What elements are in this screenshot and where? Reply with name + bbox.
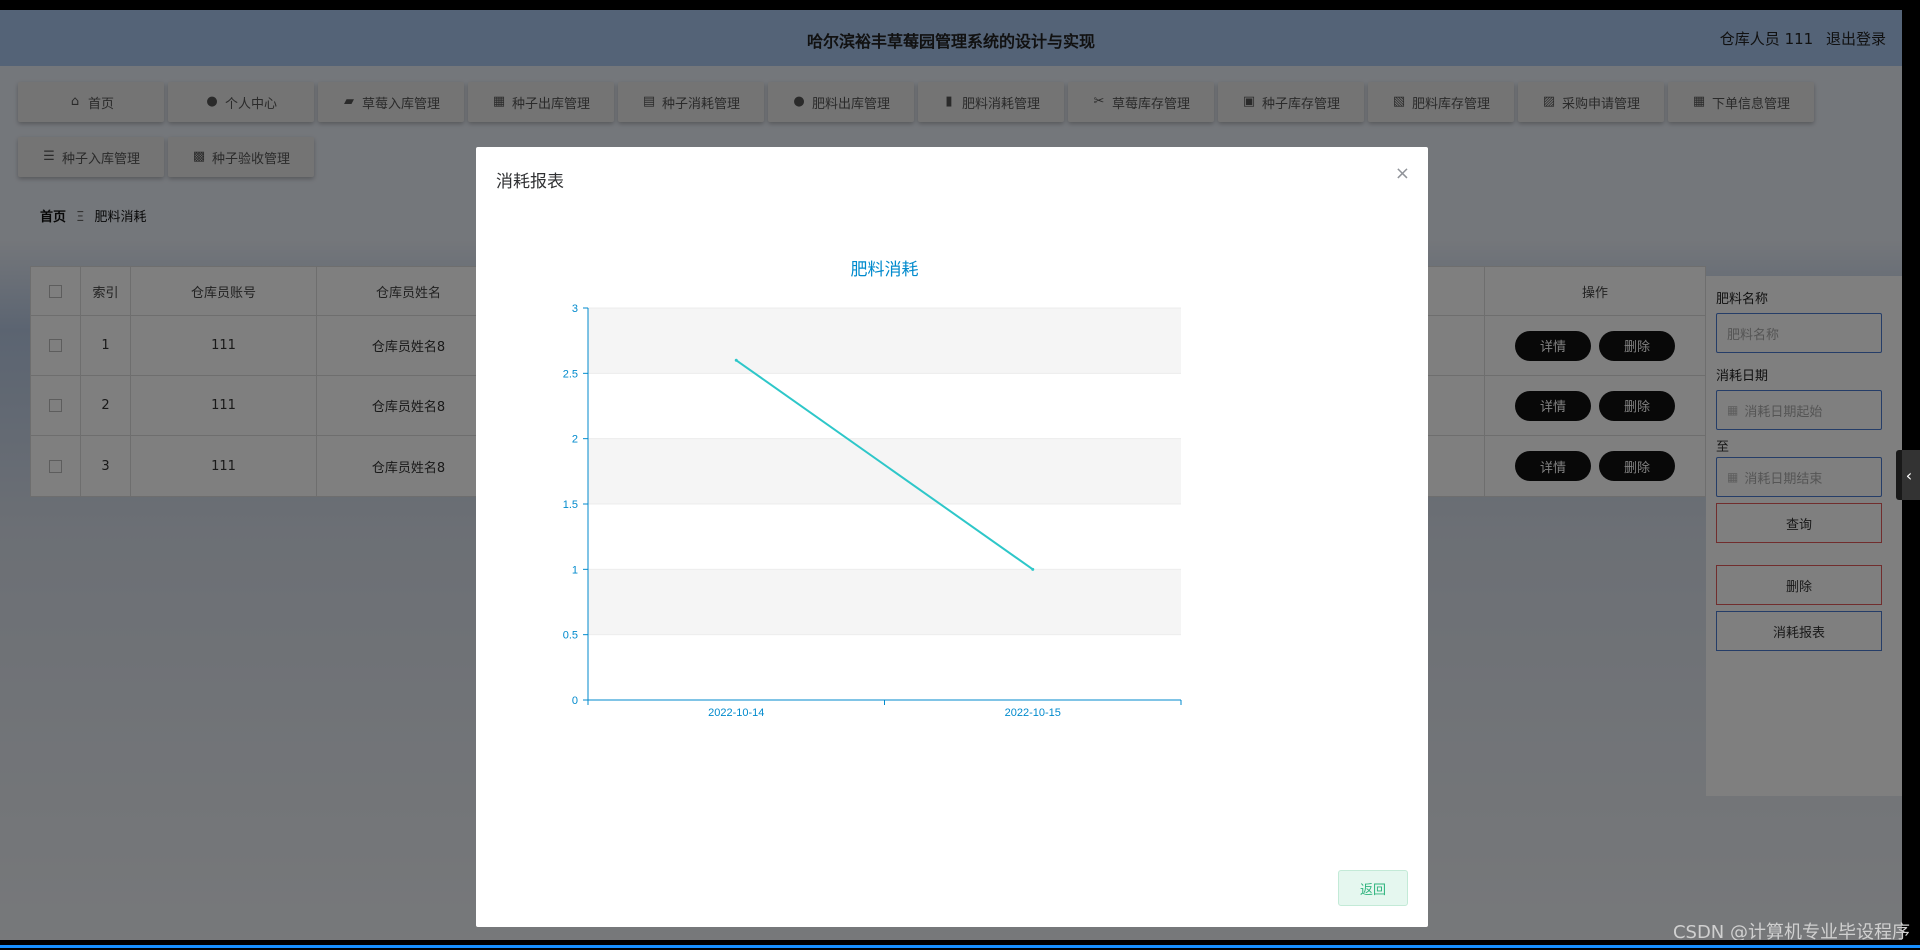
- y-tick-label: 2.5: [563, 368, 578, 380]
- y-tick-label: 3: [572, 303, 578, 315]
- grid-band: [588, 504, 1181, 570]
- data-point: [734, 358, 738, 362]
- chart-title: 肥料消耗: [851, 260, 919, 279]
- taskbar-progress: [0, 945, 1920, 948]
- grid-band: [588, 438, 1181, 504]
- x-tick-label: 2022-10-14: [708, 707, 764, 719]
- report-dialog: 消耗报表 × 肥料消耗 0 0.5 1 1.5 2 2.5 3 2022-10-14 2022-1…: [476, 147, 1428, 927]
- y-tick-label: 0.5: [563, 630, 578, 642]
- dialog-title: 消耗报表: [496, 172, 564, 192]
- grid-band: [588, 569, 1181, 635]
- x-tick-label: 2022-10-15: [1005, 707, 1061, 719]
- y-tick-label: 0: [572, 695, 578, 707]
- close-icon[interactable]: ×: [1395, 163, 1410, 184]
- chart-container: 肥料消耗 0 0.5 1 1.5 2 2.5 3 2022-10-14 2022-10-15: [476, 217, 1428, 777]
- grid-band: [588, 308, 1181, 374]
- y-tick-label: 1.5: [563, 499, 578, 511]
- line-chart: 肥料消耗 0 0.5 1 1.5 2 2.5 3 2022-10-14 2022-10-15: [563, 260, 1182, 719]
- grid-band: [588, 373, 1181, 439]
- chevron-left-icon: ‹: [1905, 465, 1913, 485]
- y-tick-label: 2: [572, 434, 578, 446]
- grid-band: [588, 634, 1181, 700]
- data-point: [1031, 567, 1035, 571]
- y-tick-label: 1: [572, 564, 578, 576]
- return-button[interactable]: 返回: [1338, 870, 1408, 906]
